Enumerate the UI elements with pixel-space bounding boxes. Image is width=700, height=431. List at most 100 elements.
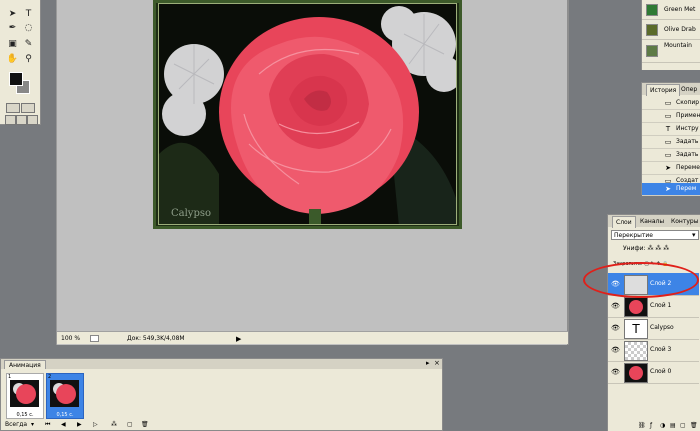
text-tool-icon[interactable]: T <box>22 8 35 20</box>
visibility-eye-icon[interactable]: 👁 <box>611 324 620 332</box>
history-label: Примен <box>676 112 700 119</box>
tab-paths[interactable]: Контуры <box>668 216 700 227</box>
mask-icon[interactable]: ◑ <box>660 420 665 431</box>
lasso-tool-icon[interactable]: ◌ <box>22 22 35 34</box>
frame-thumbnail <box>10 380 39 407</box>
zoom-icon[interactable] <box>90 335 99 342</box>
tab-channels[interactable]: Каналы <box>637 216 667 227</box>
move-tool-icon: ➤ <box>665 185 671 193</box>
unify-label: Унифи: <box>623 245 646 252</box>
prev-frame-icon[interactable]: ◀ <box>61 420 66 430</box>
visibility-eye-icon[interactable]: 👁 <box>611 346 620 354</box>
layers-footer: ⛓ ƒ ◑ ▤ ▢ 🗑 <box>608 420 699 431</box>
history-item[interactable]: T Инстру <box>642 123 700 136</box>
layer-name[interactable]: Слой 0 <box>650 361 671 383</box>
folder-icon[interactable]: ▤ <box>670 420 676 431</box>
layer-thumbnail-rose <box>624 363 648 383</box>
delete-frame-icon[interactable]: 🗑 <box>141 420 149 430</box>
crop-tool-icon[interactable]: ▣ <box>6 38 19 50</box>
tween-icon[interactable]: ⁂ <box>111 420 117 430</box>
animation-frame-1[interactable]: 1 0,15 с. <box>6 373 44 419</box>
status-arrow-icon[interactable]: ▶ <box>236 333 241 346</box>
history-item-selected[interactable]: ➤ Перем <box>642 183 700 196</box>
history-tabbar: История Опер <box>642 83 700 96</box>
layer-row[interactable]: 👁 Слой 3 <box>608 339 699 362</box>
animation-controls: Всегда ▾ ⏮ ◀ ▶ ▷ ⁂ ▢ 🗑 <box>1 420 442 430</box>
swatch-label: Green Met <box>664 6 696 13</box>
hand-tool-icon[interactable]: ✋ <box>6 53 19 65</box>
link-layers-icon[interactable]: ⛓ <box>638 420 646 431</box>
unify-icons[interactable]: ⁂ ⁂ ⁂ <box>647 245 669 252</box>
swatch-color <box>646 4 658 16</box>
next-frame-icon[interactable]: ▷ <box>93 420 98 430</box>
animation-frame-2[interactable]: 2 0,15 с. <box>46 373 84 419</box>
tab-history[interactable]: История <box>646 84 681 96</box>
tab-actions[interactable]: Опер <box>678 84 700 95</box>
foreground-color-swatch[interactable] <box>9 72 23 86</box>
swatch-color <box>646 24 658 36</box>
screen-mode-2-button[interactable] <box>16 115 27 125</box>
layer-name[interactable]: Слой 3 <box>650 339 671 361</box>
history-label: Перем <box>676 185 697 192</box>
blend-mode-select[interactable]: Перекрытие <box>611 230 699 240</box>
screen-mode-1-button[interactable] <box>5 115 16 125</box>
history-panel: История Опер ▭ Скопир ▭ Примен T Инстру … <box>641 82 700 196</box>
frame-delay[interactable]: 0,15 с. <box>47 412 83 418</box>
blend-dropdown-icon[interactable]: ▾ <box>692 231 696 239</box>
rose-image[interactable]: Calypso <box>158 3 457 225</box>
history-item[interactable]: ➤ Переме <box>642 162 700 175</box>
panel-menu-icon[interactable]: ▸ <box>426 359 430 367</box>
swatch-item[interactable]: Green Met <box>642 0 700 20</box>
layer-row[interactable]: 👁 T Calypso <box>608 317 699 340</box>
red-highlight-annotation <box>583 262 699 298</box>
history-item[interactable]: ▭ Примен <box>642 110 700 123</box>
rose-thumb <box>53 383 76 404</box>
play-icon[interactable]: ▶ <box>77 420 82 430</box>
new-layer-icon[interactable]: ▢ <box>680 420 686 431</box>
layer-style-icon[interactable]: ƒ <box>650 420 652 431</box>
image-frame: Calypso <box>153 0 462 229</box>
history-item[interactable]: ▭ Скопир <box>642 97 700 110</box>
move-tool-icon: ➤ <box>665 164 671 172</box>
delete-layer-icon[interactable]: 🗑 <box>690 420 698 431</box>
rose-photo <box>159 6 456 224</box>
set-icon: ▭ <box>664 151 672 159</box>
animation-tabbar: Анимация ▸ × <box>1 359 442 369</box>
close-icon[interactable]: × <box>434 359 440 367</box>
layer-row[interactable]: 👁 Слой 1 <box>608 295 699 318</box>
history-item[interactable]: ▭ Задать <box>642 149 700 162</box>
animation-panel: Анимация ▸ × 1 0,15 с. 2 0,15 с. Всегда … <box>0 358 443 431</box>
layer-name[interactable]: Calypso <box>650 317 674 339</box>
layers-panel: Слои Каналы Контуры Перекрытие ▾ Унифи: … <box>607 214 700 431</box>
screen-mode-3-button[interactable] <box>27 115 38 125</box>
history-item[interactable]: ▭ Задать <box>642 136 700 149</box>
swatch-color <box>646 45 658 57</box>
history-label: Задать <box>676 151 699 158</box>
loop-dropdown-icon[interactable]: ▾ <box>31 420 34 430</box>
duplicate-frame-icon[interactable]: ▢ <box>127 420 133 430</box>
rose-thumb <box>13 383 36 404</box>
swatch-item[interactable]: Mountain <box>642 40 700 63</box>
frame-delay[interactable]: 0,15 с. <box>7 412 43 418</box>
eyedropper-tool-icon[interactable]: ✎ <box>22 38 35 50</box>
visibility-eye-icon[interactable]: 👁 <box>611 368 620 376</box>
layer-thumbnail-transparent <box>624 341 648 361</box>
first-frame-icon[interactable]: ⏮ <box>45 420 50 430</box>
tab-animation[interactable]: Анимация <box>4 360 46 369</box>
zoom-level[interactable]: 100 % <box>61 332 80 345</box>
standard-mode-button[interactable] <box>6 103 20 113</box>
pen-tool-icon[interactable]: ✒ <box>6 22 19 34</box>
loop-select[interactable]: Всегда <box>5 420 27 430</box>
visibility-eye-icon[interactable]: 👁 <box>611 302 620 310</box>
layer-row[interactable]: 👁 Слой 0 <box>608 361 699 384</box>
history-label: Скопир <box>676 99 700 106</box>
zoom-tool-icon[interactable]: ⚲ <box>22 53 35 65</box>
layer-name[interactable]: Слой 1 <box>650 295 671 317</box>
swatches-panel: Green Met Olive Drab Mountain <box>641 0 700 70</box>
apply-icon: ▭ <box>664 112 672 120</box>
document-window: Calypso 100 % Док: 549,3K/4,08M ▶ <box>56 0 569 345</box>
tab-layers[interactable]: Слои <box>612 216 636 228</box>
move-tool-icon[interactable]: ➤ <box>6 8 19 20</box>
quick-mask-button[interactable] <box>21 103 35 113</box>
rose-thumb <box>625 364 647 382</box>
